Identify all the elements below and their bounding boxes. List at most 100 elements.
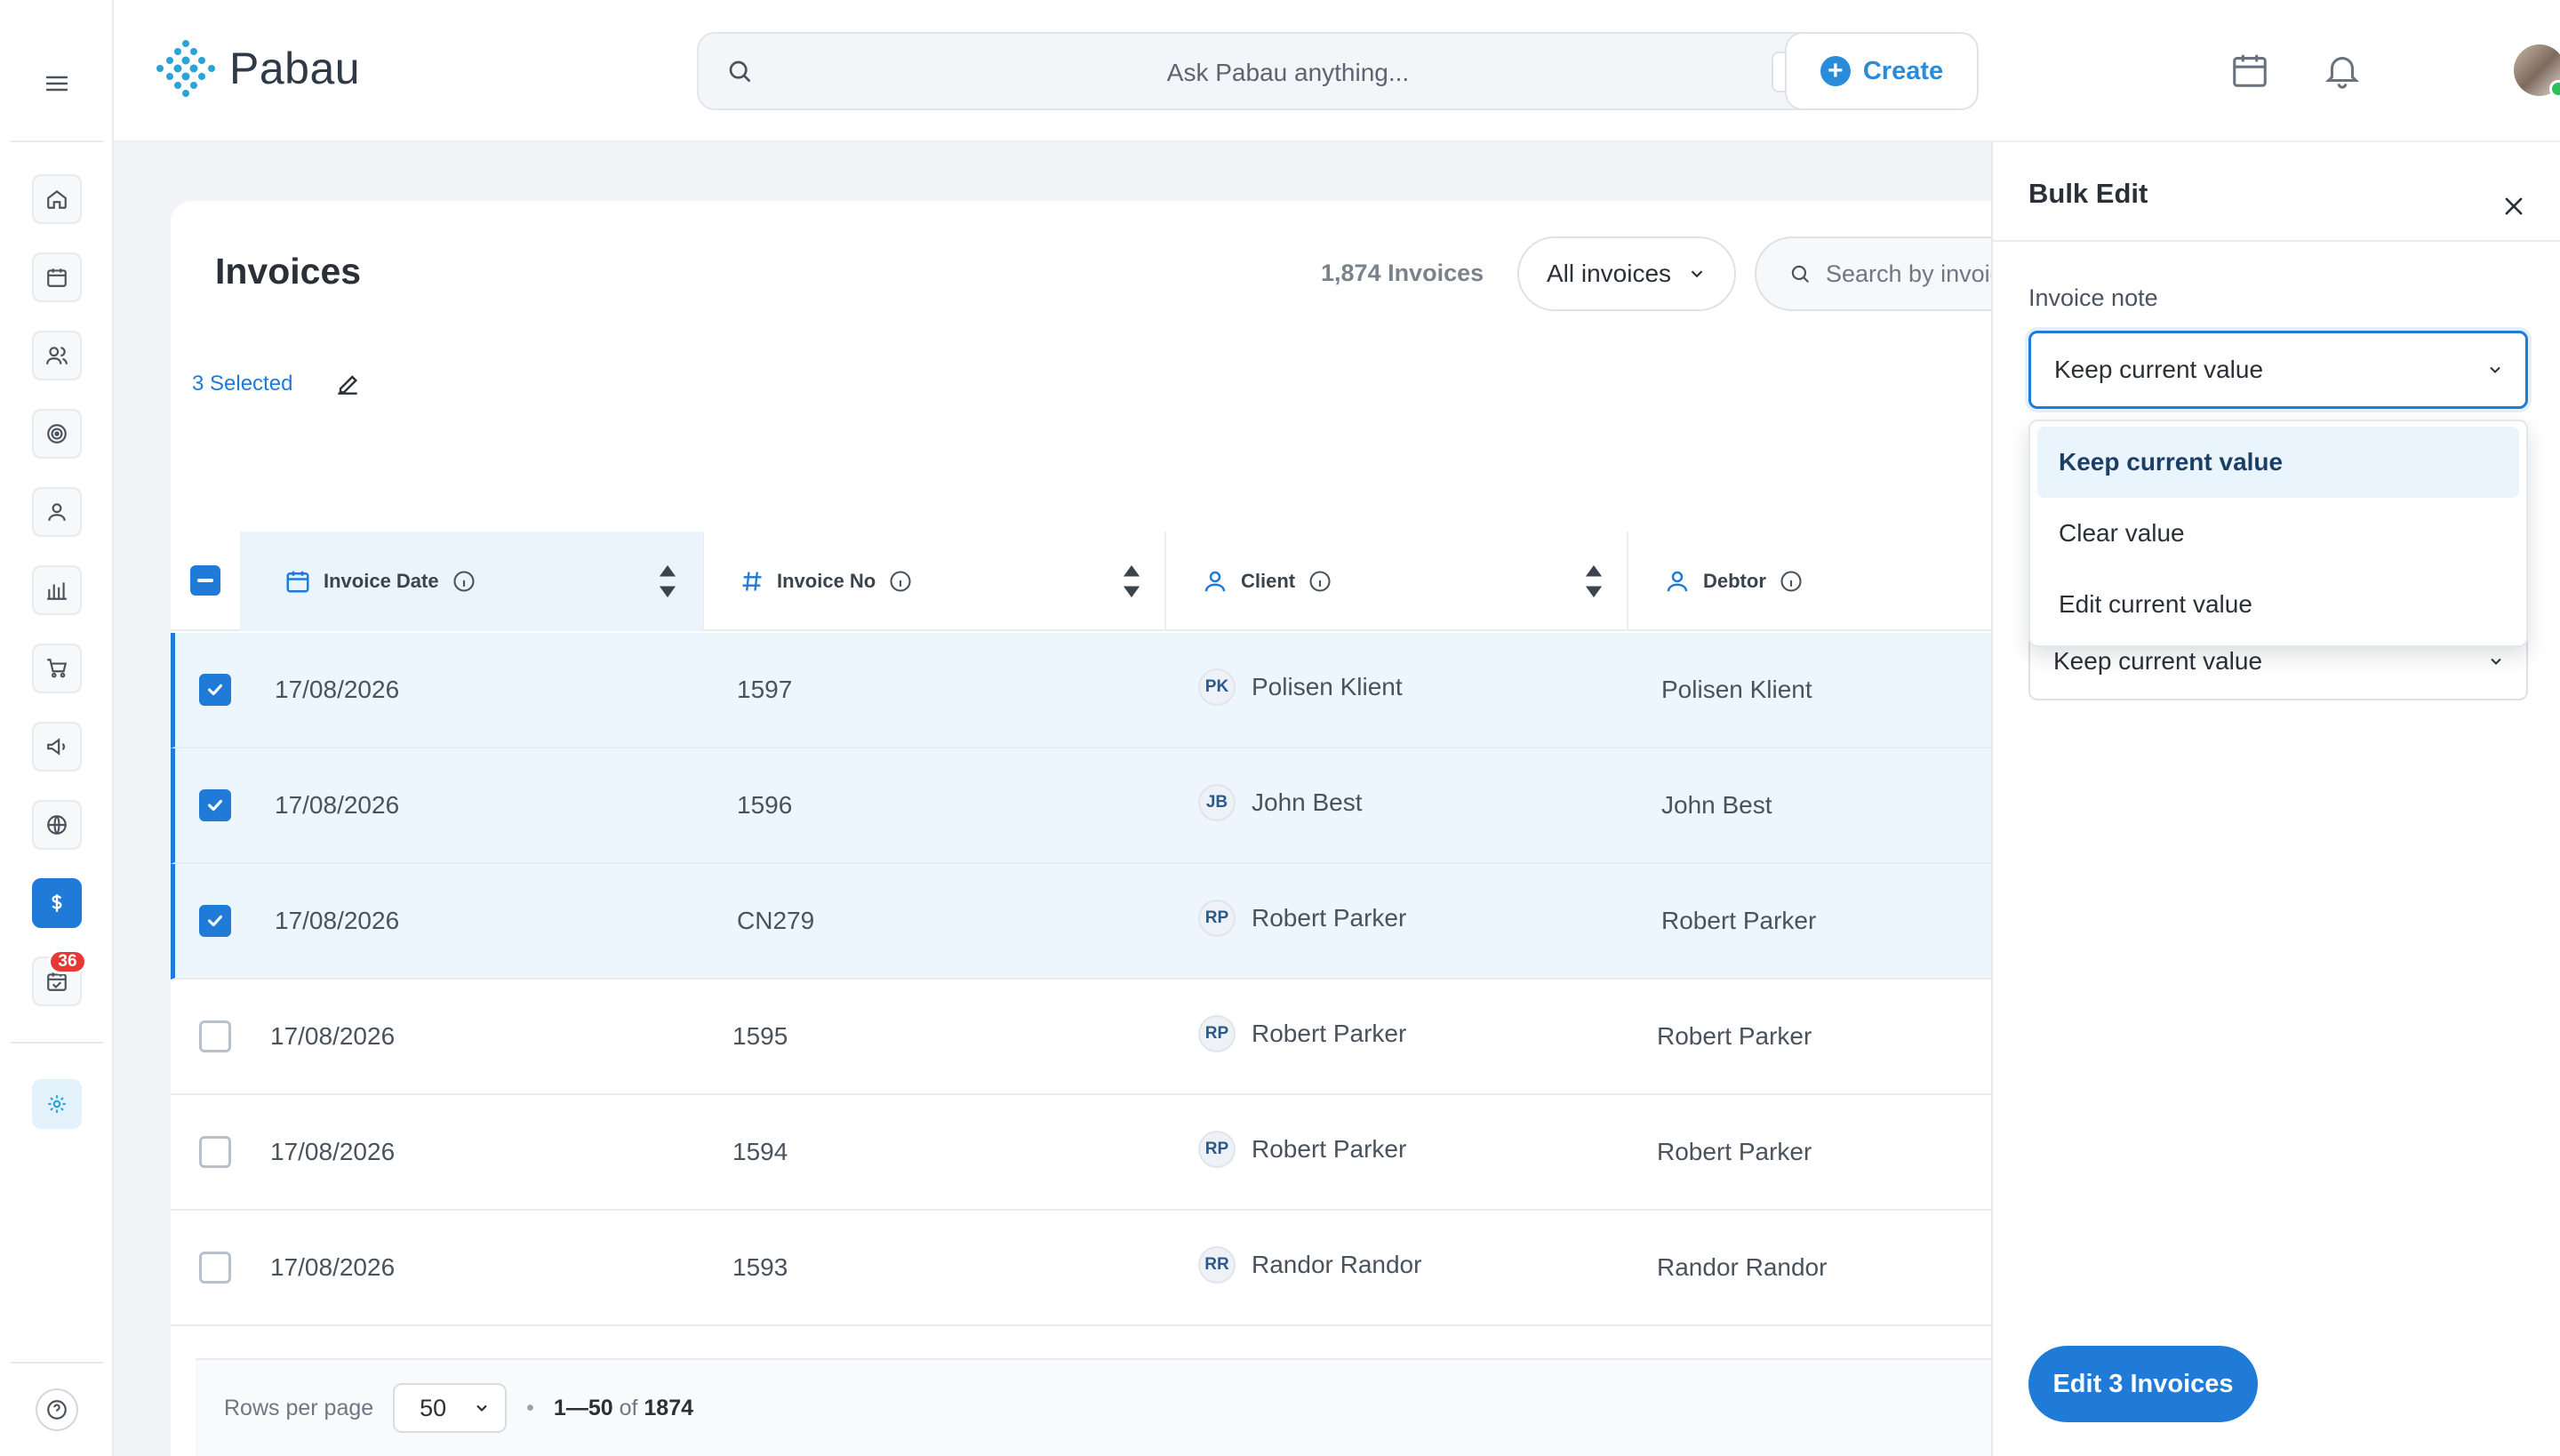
global-search[interactable]: Ask Pabau anything... Ctrl K	[697, 32, 1879, 110]
invoice-number-cell: 1595	[732, 1022, 788, 1050]
table-row[interactable]: 17/08/2026 1597 PK Polisen Klient Polise…	[171, 633, 2037, 748]
invoice-note-select[interactable]: Keep current value	[2028, 331, 2528, 409]
globe-icon	[47, 815, 67, 835]
invoice-date-cell: 17/08/2026	[270, 1253, 396, 1281]
online-status-dot	[2549, 80, 2560, 98]
row-checkbox[interactable]	[199, 1252, 231, 1284]
sort-icon[interactable]	[658, 564, 677, 599]
logo-text: Pabau	[229, 44, 361, 93]
column-label: Invoice No	[777, 570, 876, 592]
option-clear-value[interactable]: Clear value	[2037, 498, 2519, 569]
column-client[interactable]: Client	[1166, 532, 1628, 631]
row-checkbox[interactable]	[199, 1020, 231, 1052]
client-initials-avatar: RR	[1198, 1246, 1236, 1284]
left-rail: 36	[0, 0, 114, 1456]
table-row[interactable]: 17/08/2026 1594 RP Robert Parker Robert …	[171, 1095, 2037, 1211]
sidebar-item-ai[interactable]	[32, 1079, 82, 1129]
invoice-number-cell: 1597	[737, 676, 793, 703]
help-button[interactable]	[36, 1388, 78, 1431]
page-title: Invoices	[215, 251, 362, 292]
pencil-icon[interactable]	[333, 370, 362, 398]
sun-icon	[48, 1095, 66, 1113]
sidebar-item-financials[interactable]	[32, 878, 82, 928]
chevron-down-icon	[2491, 658, 2501, 665]
info-icon[interactable]	[888, 569, 913, 594]
sidebar-item-clients[interactable]	[32, 487, 82, 537]
table-header: Invoice Date Invoice No Client Debtor	[171, 532, 2037, 631]
client-cell[interactable]: PK Polisen Klient	[1198, 668, 1403, 706]
invoice-note-value: Keep current value	[2054, 356, 2264, 383]
info-icon[interactable]	[1779, 569, 1804, 594]
second-field-value: Keep current value	[2053, 647, 2263, 675]
sort-icon[interactable]	[1584, 564, 1604, 599]
client-cell[interactable]: JB John Best	[1198, 784, 1363, 821]
column-label: Invoice Date	[324, 570, 439, 592]
client-initials-avatar: RP	[1198, 1131, 1236, 1168]
client-cell[interactable]: RP Robert Parker	[1198, 1131, 1406, 1168]
row-checkbox[interactable]	[199, 789, 231, 821]
select-all-checkbox[interactable]	[190, 565, 220, 596]
sidebar-item-cart[interactable]	[32, 644, 82, 693]
sidebar-item-home[interactable]	[32, 174, 82, 224]
edit-invoices-button[interactable]: Edit 3 Invoices	[2028, 1346, 2258, 1422]
user-menu[interactable]	[2514, 44, 2560, 98]
calendar-button[interactable]	[2229, 50, 2270, 91]
sidebar-item-marketing[interactable]	[32, 722, 82, 772]
create-button[interactable]: + Create	[1785, 32, 1979, 110]
sidebar-item-calendar[interactable]	[32, 252, 82, 302]
column-label: Client	[1241, 570, 1296, 592]
notifications-button[interactable]	[2322, 50, 2363, 91]
info-icon[interactable]	[452, 569, 476, 594]
sidebar-item-reports[interactable]	[32, 565, 82, 615]
row-checkbox[interactable]	[199, 1136, 231, 1168]
check-icon	[208, 684, 222, 696]
row-checkbox[interactable]	[199, 674, 231, 706]
debtor-cell: John Best	[1661, 791, 1772, 819]
logo-mark-icon	[156, 40, 215, 97]
selection-toolbar: 3 Selected	[192, 370, 362, 398]
invoice-number-cell: 1593	[732, 1253, 788, 1281]
invoice-date-cell: 17/08/2026	[275, 791, 400, 819]
user-icon	[1204, 571, 1226, 592]
check-icon	[208, 799, 222, 812]
pabau-logo[interactable]: Pabau	[155, 39, 360, 98]
table-row[interactable]: 17/08/2026 CN279 RP Robert Parker Robert…	[171, 864, 2037, 980]
sidebar-item-globe[interactable]	[32, 800, 82, 850]
option-keep-current-value[interactable]: Keep current value	[2037, 427, 2519, 498]
table-row[interactable]: 17/08/2026 1595 RP Robert Parker Robert …	[171, 980, 2037, 1095]
table-row[interactable]: 17/08/2026 1596 JB John Best John Best	[171, 748, 2037, 864]
selected-count[interactable]: 3 Selected	[192, 372, 292, 396]
top-bar: Pabau Ask Pabau anything... Ctrl K + Cre…	[114, 0, 2560, 142]
table-row[interactable]: 17/08/2026 1593 RR Randor Randor Randor …	[171, 1211, 2037, 1326]
cart-icon	[47, 659, 68, 678]
rows-per-page-label: Rows per page	[224, 1395, 374, 1420]
info-icon[interactable]	[1308, 569, 1332, 594]
dollar-icon	[52, 894, 62, 912]
debtor-cell: Robert Parker	[1657, 1022, 1812, 1050]
debtor-cell: Robert Parker	[1661, 907, 1817, 934]
invoice-note-label: Invoice note	[2028, 284, 2158, 311]
client-cell[interactable]: RR Randor Randor	[1198, 1246, 1421, 1284]
close-icon[interactable]	[2501, 194, 2526, 219]
client-name: Robert Parker	[1252, 1135, 1407, 1163]
invoice-date-cell: 17/08/2026	[275, 907, 400, 934]
panel-header: Bulk Edit	[1993, 142, 2560, 242]
client-cell[interactable]: RP Robert Parker	[1198, 1015, 1406, 1052]
search-input[interactable]: Ask Pabau anything...	[699, 59, 1877, 87]
sidebar-item-leads[interactable]	[32, 331, 82, 380]
option-edit-current-value[interactable]: Edit current value	[2037, 569, 2519, 640]
row-checkbox[interactable]	[199, 905, 231, 937]
hamburger-menu-icon[interactable]	[39, 66, 75, 101]
client-name: Randor Randor	[1252, 1251, 1422, 1278]
sort-icon[interactable]	[1122, 564, 1141, 599]
column-debtor[interactable]: Debtor	[1628, 532, 2037, 631]
column-invoice-no[interactable]: Invoice No	[704, 532, 1166, 631]
rows-per-page-select[interactable]: 50	[393, 1383, 508, 1433]
rows-per-page-value: 50	[420, 1394, 447, 1421]
client-cell[interactable]: RP Robert Parker	[1198, 900, 1406, 937]
sidebar-item-target[interactable]	[32, 409, 82, 459]
column-invoice-date[interactable]: Invoice Date	[240, 532, 702, 631]
debtor-cell: Robert Parker	[1657, 1138, 1812, 1165]
rail-divider	[11, 1042, 103, 1044]
invoice-filter-dropdown[interactable]: All invoices	[1517, 236, 1736, 311]
